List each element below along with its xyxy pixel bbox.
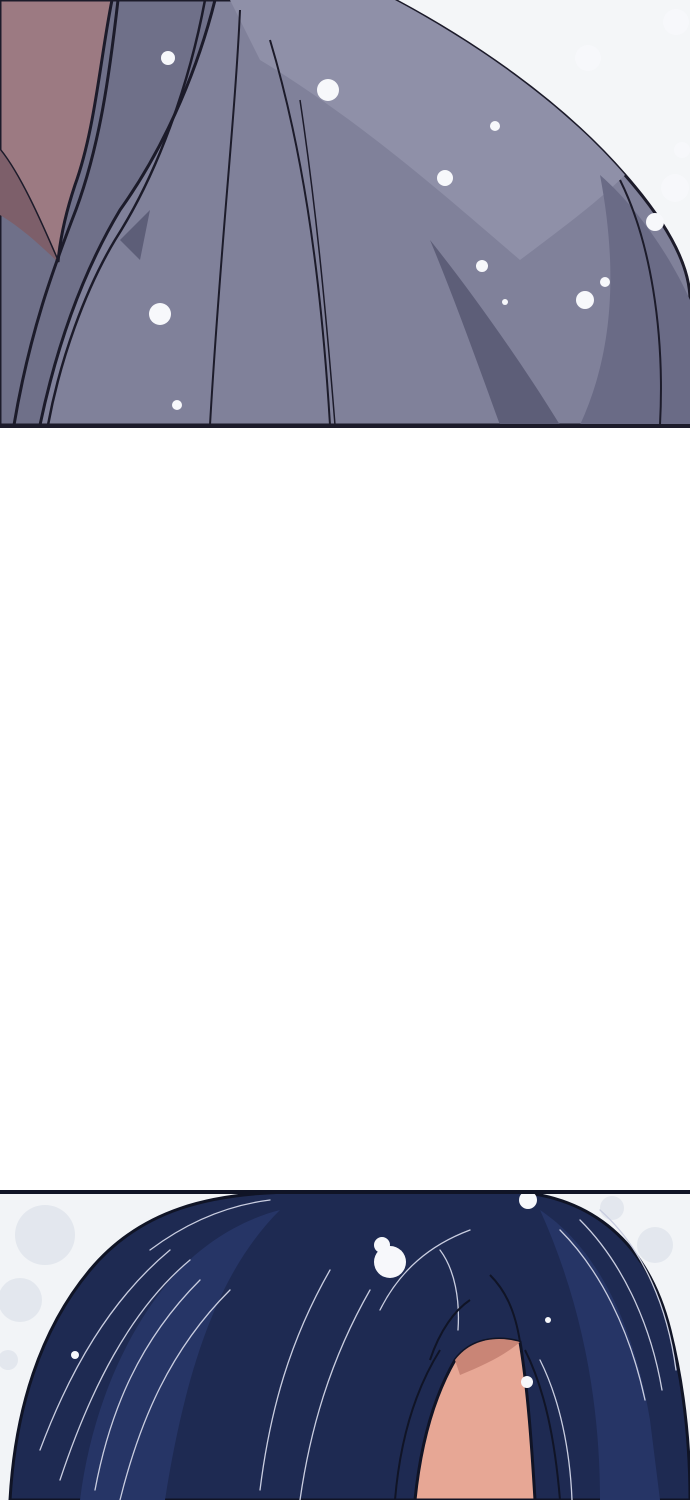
comic-panel-top	[0, 0, 690, 428]
panel-gutter	[0, 428, 690, 1190]
hair-illustration	[0, 1190, 690, 1500]
comic-panel-bottom	[0, 1190, 690, 1500]
robe-shoulder-illustration	[0, 0, 690, 428]
